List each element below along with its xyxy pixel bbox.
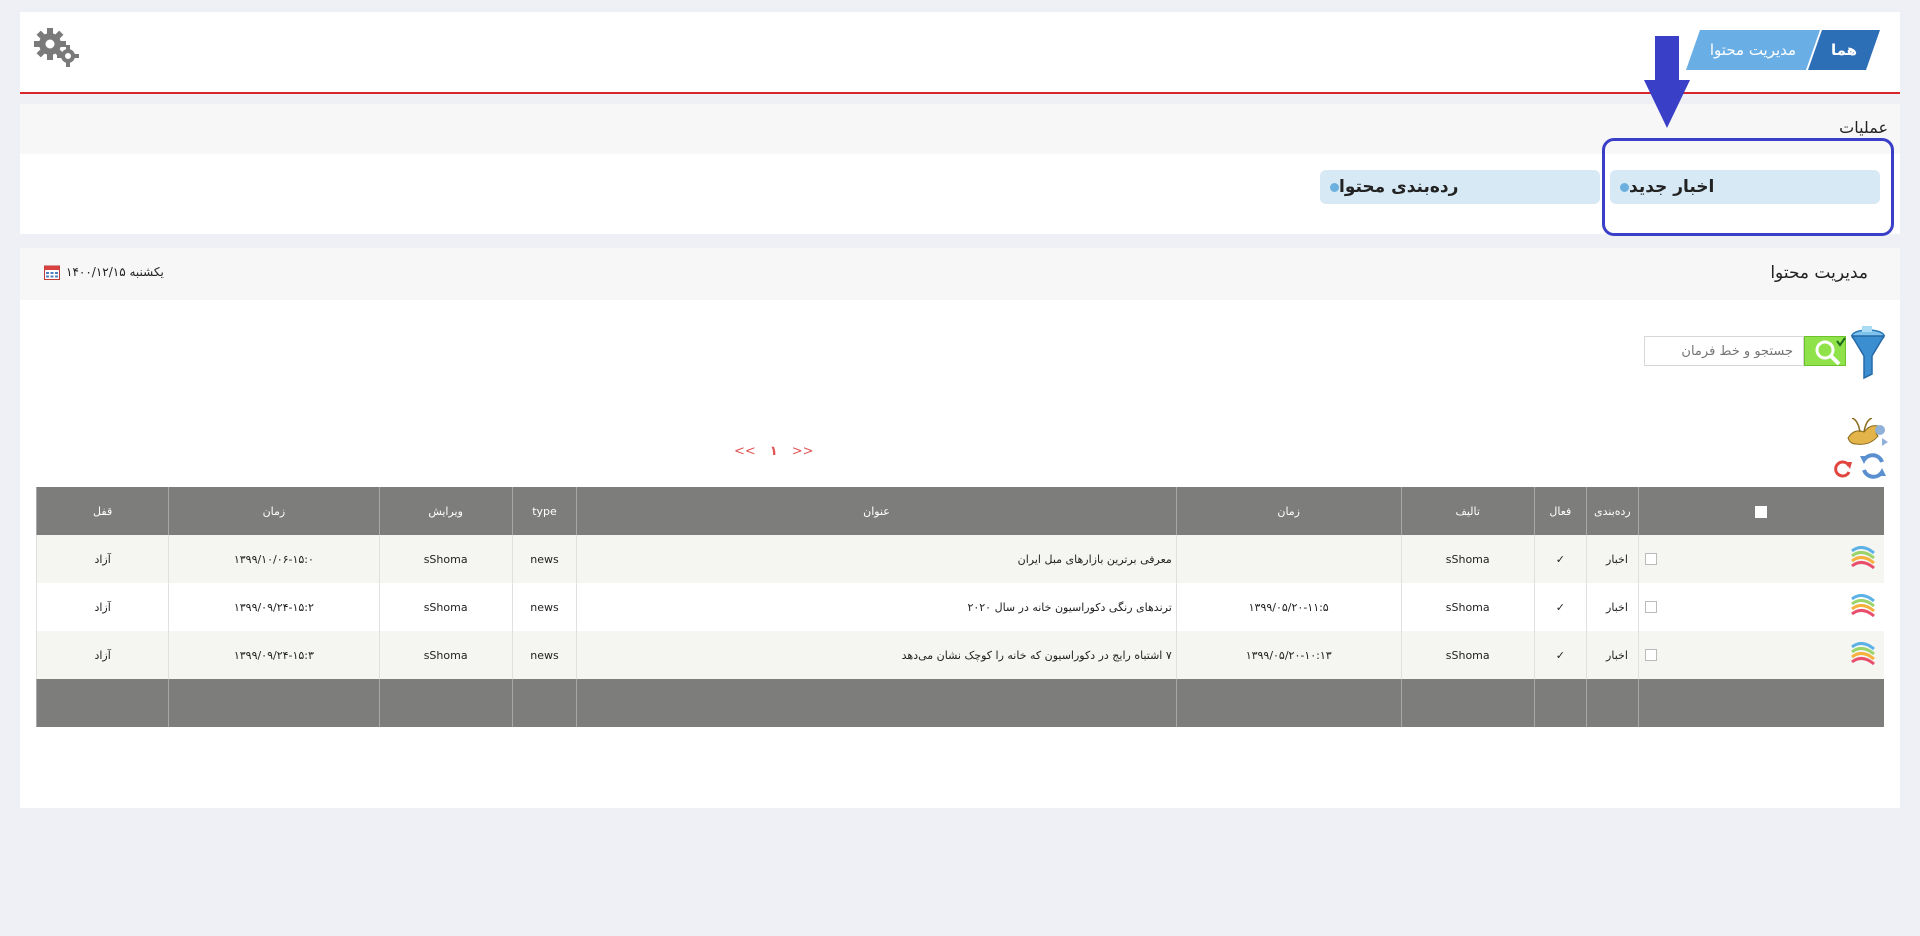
footer-cell [35,679,169,727]
footer-cell [1400,679,1535,727]
cell-category: اخبار [1585,583,1639,631]
annotation-highlight-box [1602,138,1894,236]
breadcrumb-home[interactable]: هما [1808,30,1880,70]
row-checkbox[interactable] [1644,553,1657,565]
footer-cell [1533,679,1587,727]
select-all-header [1637,487,1884,535]
arrow-down-icon [1644,36,1690,128]
table-footer-row [35,679,1884,727]
cell-edit-time: ۱۳۹۹/۰۹/۲۴-۱۵:۳ [168,631,380,679]
cell-editor: sShoma [378,583,513,631]
check-icon: ✓ [1533,583,1587,631]
cell-lock: آزاد [35,583,169,631]
footer-cell [1585,679,1639,727]
content-panel: مدیریت محتوا یکشنبه ۱۴۰۰/۱۲/۱۵ جستجو و خ… [20,248,1900,808]
cell-category: اخبار [1585,535,1639,583]
cell-author: sShoma [1400,583,1535,631]
table-header-row: رده‌بندی فعال تالیف زمان عنوان type ویرا… [35,487,1884,535]
calendar-icon[interactable] [44,264,60,280]
pager-next[interactable]: >> [792,444,814,459]
content-category-label: رده‌بندی محتوا [1339,177,1459,197]
table-row[interactable]: اخبار ✓ sShoma ۱۳۹۹/۰۵/۲۰-۱۰:۱۳ ۷ اشتباه… [35,631,1884,679]
pager: << ۱ >> [734,444,814,459]
pager-current[interactable]: ۱ [770,444,778,459]
content-titlebar: مدیریت محتوا یکشنبه ۱۴۰۰/۱۲/۱۵ [20,248,1900,300]
header-category[interactable]: رده‌بندی [1585,487,1639,535]
cell-edit-time: ۱۳۹۹/۱۰/۰۶-۱۵:۰ [168,535,380,583]
date-display: یکشنبه ۱۴۰۰/۱۲/۱۵ [44,264,164,280]
search-icon [1815,337,1846,366]
cell-type: news [511,535,577,583]
cell-category: اخبار [1585,631,1639,679]
cell-time: ۱۳۹۹/۰۵/۲۰-۱۱:۵ [1175,583,1402,631]
check-icon: ✓ [1533,631,1587,679]
check-icon: ✓ [1533,535,1587,583]
select-all-checkbox[interactable] [1755,505,1768,518]
header-panel: مدیریت محتوا هما [20,12,1900,94]
stack-icon[interactable] [1850,642,1876,668]
footer-cell [1637,679,1884,727]
footer-cell [168,679,380,727]
search-button[interactable] [1804,336,1846,366]
search-input[interactable] [1644,336,1804,366]
footer-cell [576,679,1177,727]
pager-prev[interactable]: << [734,444,756,459]
cell-editor: sShoma [378,631,513,679]
reload-icon[interactable] [1832,458,1854,480]
cell-title[interactable]: معرفی برترین بازارهای مبل ایران [576,535,1177,583]
cell-type: news [511,583,577,631]
cell-time: ۱۳۹۹/۰۵/۲۰-۱۰:۱۳ [1175,631,1402,679]
date-text: یکشنبه ۱۴۰۰/۱۲/۱۵ [66,265,164,279]
search-bar [1644,326,1886,380]
funnel-icon[interactable] [1850,326,1886,380]
row-select-cell [1637,631,1884,679]
row-checkbox[interactable] [1644,649,1657,661]
row-select-cell [1637,535,1884,583]
gear-icon[interactable] [34,26,80,68]
content-table: رده‌بندی فعال تالیف زمان عنوان type ویرا… [35,487,1884,727]
cell-type: news [511,631,577,679]
cell-editor: sShoma [378,535,513,583]
footer-cell [511,679,577,727]
cell-author: sShoma [1400,631,1535,679]
header-editor[interactable]: ویرایش [378,487,513,535]
header-time[interactable]: زمان [1175,487,1402,535]
stack-icon[interactable] [1850,594,1876,620]
cell-title[interactable]: ۷ اشتباه رایج در دکوراسیون که خانه را کو… [576,631,1177,679]
row-checkbox[interactable] [1644,601,1657,613]
header-edit-time[interactable]: زمان [168,487,380,535]
cell-time [1175,535,1402,583]
bird-icon[interactable] [1844,418,1888,450]
cell-author: sShoma [1400,535,1535,583]
header-type[interactable]: type [511,487,577,535]
row-select-cell [1637,583,1884,631]
breadcrumb-current[interactable]: مدیریت محتوا [1686,30,1820,70]
cell-lock: آزاد [35,535,169,583]
content-category-button[interactable]: رده‌بندی محتوا [1320,170,1600,204]
header-active[interactable]: فعال [1533,487,1587,535]
table-row[interactable]: اخبار ✓ sShoma معرفی برترین بازارهای مبل… [35,535,1884,583]
table-row[interactable]: اخبار ✓ sShoma ۱۳۹۹/۰۵/۲۰-۱۱:۵ ترندهای ر… [35,583,1884,631]
page-title: مدیریت محتوا [1770,263,1868,283]
footer-cell [378,679,513,727]
breadcrumb: مدیریت محتوا هما [1686,30,1880,70]
header-title[interactable]: عنوان [576,487,1177,535]
refresh-icon[interactable] [1858,452,1888,480]
footer-cell [1175,679,1402,727]
stack-icon[interactable] [1850,546,1876,572]
cell-edit-time: ۱۳۹۹/۰۹/۲۴-۱۵:۲ [168,583,380,631]
header-author[interactable]: تالیف [1400,487,1535,535]
bullet-icon [1330,182,1339,192]
cell-title[interactable]: ترندهای رنگی دکوراسیون خانه در سال ۲۰۲۰ [576,583,1177,631]
header-lock[interactable]: قفل [35,487,169,535]
cell-lock: آزاد [35,631,169,679]
tool-icons [1824,418,1888,480]
operations-title: عملیات [1839,118,1888,137]
